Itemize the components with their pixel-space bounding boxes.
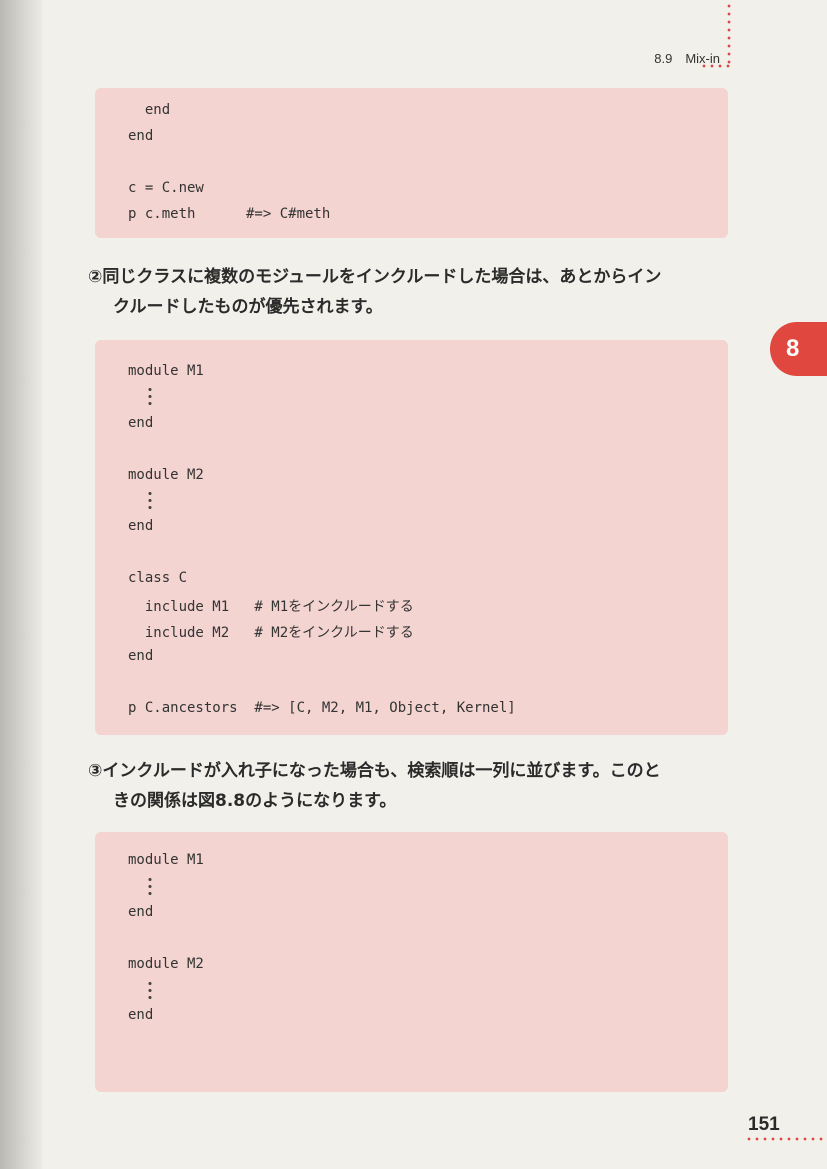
code-line: p c.meth #=> C#meth — [128, 206, 331, 222]
code-line: p C.ancestors #=> [C, M2, M1, Object, Ke… — [128, 700, 516, 716]
code-block-3: module M1 end module M2 end — [95, 832, 728, 1092]
code-line: include M1 # M1をインクルードする — [128, 599, 414, 615]
code-line: include M2 # M2をインクルードする — [128, 625, 414, 641]
code-line: end — [128, 128, 154, 144]
code-line: end — [128, 518, 154, 534]
dotted-rule-footer — [745, 1137, 827, 1141]
item-number: ② — [88, 267, 103, 287]
code-line: end — [128, 904, 154, 920]
chapter-number: 8 — [786, 335, 800, 362]
paragraph-line: 同じクラスに複数のモジュールをインクルードした場合は、あとからイン — [102, 267, 662, 287]
paragraph-line: きの関係は図8.8のようになります。 — [113, 791, 397, 811]
ellipsis-vertical-icon — [148, 490, 152, 510]
page-number: 151 — [748, 1114, 780, 1135]
code-block-2: module M1 end module M2 end class C incl… — [95, 340, 728, 735]
item-number: ③ — [88, 761, 103, 781]
paragraph-2: ②同じクラスに複数のモジュールをインクルードした場合は、あとからイン クルードし… — [88, 262, 728, 322]
dotted-rule-head — [700, 64, 730, 68]
paragraph-3: ③インクルードが入れ子になった場合も、検索順は一列に並びます。このと きの関係は… — [88, 756, 728, 816]
code-line: end — [128, 102, 171, 118]
code-line: c = C.new — [128, 180, 204, 196]
paragraph-line: クルードしたものが優先されます。 — [113, 297, 383, 317]
code-line: module M2 — [128, 467, 204, 483]
ellipsis-vertical-icon — [148, 386, 152, 406]
code-line: class C — [128, 570, 188, 586]
ellipsis-vertical-icon — [148, 980, 152, 1000]
book-gutter-shadow — [0, 0, 42, 1169]
code-line: module M1 — [128, 363, 204, 379]
code-line: end — [128, 648, 154, 664]
code-line: module M2 — [128, 956, 204, 972]
code-block-1: end end c = C.new p c.meth #=> C#meth — [95, 88, 728, 238]
chapter-tab: 8 — [770, 322, 827, 376]
code-line: end — [128, 1007, 154, 1023]
dotted-rule-top — [727, 2, 731, 64]
code-line: module M1 — [128, 852, 204, 868]
paragraph-line: インクルードが入れ子になった場合も、検索順は一列に並びます。このと — [102, 761, 661, 781]
code-line: end — [128, 415, 154, 431]
ellipsis-vertical-icon — [148, 876, 152, 896]
